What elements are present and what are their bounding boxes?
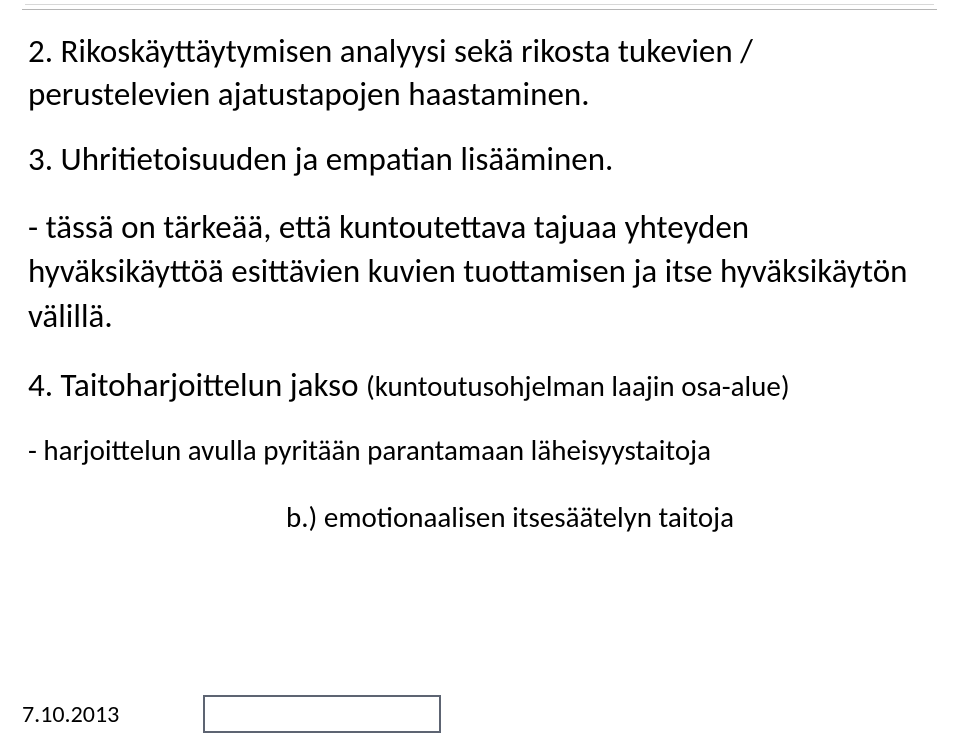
- list-item-2: 2. Rikoskäyttäytymisen analyysi sekä rik…: [28, 30, 931, 116]
- list-item-3: 3. Uhritietoisuuden ja empatian lisäämin…: [28, 138, 931, 181]
- item4-title: 4. Taitoharjoittelun jakso: [28, 365, 366, 405]
- top-rule: [22, 0, 937, 10]
- note3-text: - tässä on tärkeää, että kuntoutettava t…: [28, 207, 908, 336]
- list-item-4: 4. Taitoharjoittelun jakso (kuntoutusohj…: [28, 364, 931, 407]
- footer-box: [203, 695, 441, 733]
- slide-content: 2. Rikoskäyttäytymisen analyysi sekä rik…: [22, 24, 937, 680]
- list-item-3-note: - tässä on tärkeää, että kuntoutettava t…: [28, 205, 931, 339]
- item4-paren: (kuntoutusohjelman laajin osa-alue): [366, 368, 790, 404]
- list-item-4-sub-b: b.) emotionaalisen itsesäätelyn taitoja: [28, 498, 931, 537]
- footer: 7.10.2013: [22, 692, 937, 736]
- list-item-4-note: - harjoittelun avulla pyritään parantama…: [28, 431, 931, 470]
- footer-date: 7.10.2013: [22, 700, 119, 729]
- top-rule-inner: [25, 4, 934, 5]
